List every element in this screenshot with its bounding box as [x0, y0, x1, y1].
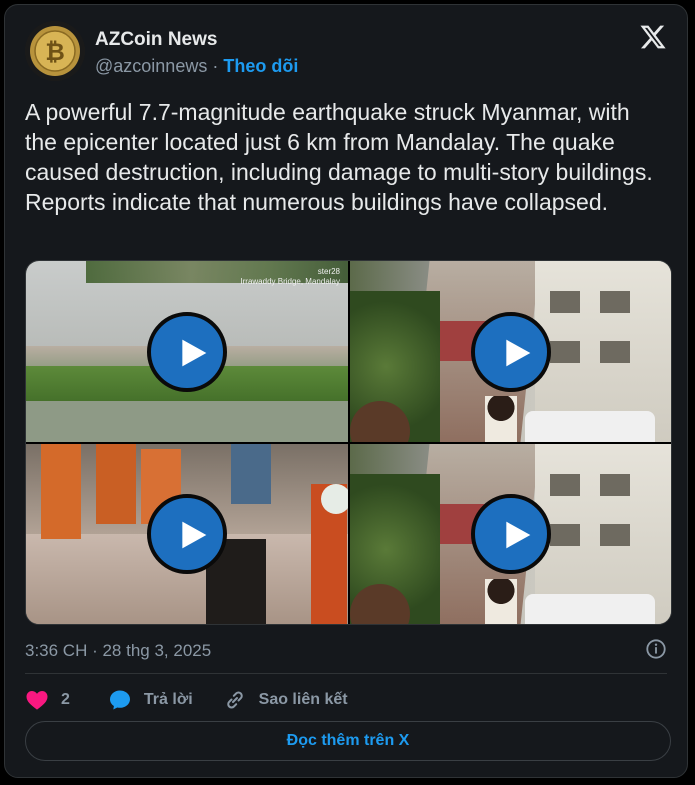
reply-icon [109, 690, 130, 710]
media-grid: ster28 Irrawaddy Bridge, Mandalay [25, 260, 672, 625]
action-bar: 2 Trả lời Sao liên kết [25, 685, 378, 715]
video-tile-2[interactable] [350, 261, 671, 442]
play-icon [182, 339, 207, 366]
x-logo-icon[interactable] [639, 23, 667, 51]
tweet-text: A powerful 7.7-magnitude earthquake stru… [25, 99, 653, 215]
like-count: 2 [61, 691, 70, 708]
handle-row: @azcoinnews · Theo dõi [95, 56, 298, 77]
video-tile-4[interactable] [350, 444, 671, 624]
play-button[interactable] [147, 311, 227, 392]
avatar[interactable]: ₿ [25, 21, 85, 81]
bitcoin-avatar-icon: ₿ [25, 21, 85, 81]
read-more-button[interactable]: Đọc thêm trên X [25, 721, 671, 761]
tweet-card: ₿ AZCoin News @azcoinnews · Theo dõi A p… [4, 4, 688, 778]
video-caption: ster28 Irrawaddy Bridge, Mandalay [240, 267, 340, 286]
video-tile-1[interactable]: ster28 Irrawaddy Bridge, Mandalay [26, 261, 348, 442]
reply-button[interactable]: Trả lời [108, 688, 193, 712]
heart-icon [26, 691, 48, 710]
separator: · [212, 56, 219, 76]
play-button[interactable] [470, 494, 551, 574]
divider [25, 673, 667, 674]
link-icon [226, 691, 243, 709]
display-name[interactable]: AZCoin News [95, 29, 217, 51]
reply-label: Trả lời [143, 691, 193, 708]
timestamp[interactable]: 3:36 CH · 28 thg 3, 2025 [25, 641, 211, 661]
play-button[interactable] [147, 494, 227, 574]
svg-text:₿: ₿ [45, 38, 65, 66]
video-tile-3[interactable] [26, 444, 348, 624]
handle[interactable]: @azcoinnews [95, 56, 207, 76]
info-icon[interactable] [645, 638, 667, 660]
tweet-header: ₿ AZCoin News @azcoinnews · Theo dõi [25, 19, 667, 83]
play-icon [182, 521, 207, 549]
follow-button[interactable]: Theo dõi [223, 56, 298, 76]
play-icon [505, 521, 530, 549]
copy-link-label: Sao liên kết [258, 691, 348, 708]
play-button[interactable] [470, 311, 551, 392]
play-icon [505, 339, 530, 366]
copy-link-button[interactable]: Sao liên kết [223, 688, 348, 712]
like-button[interactable]: 2 [25, 688, 70, 712]
